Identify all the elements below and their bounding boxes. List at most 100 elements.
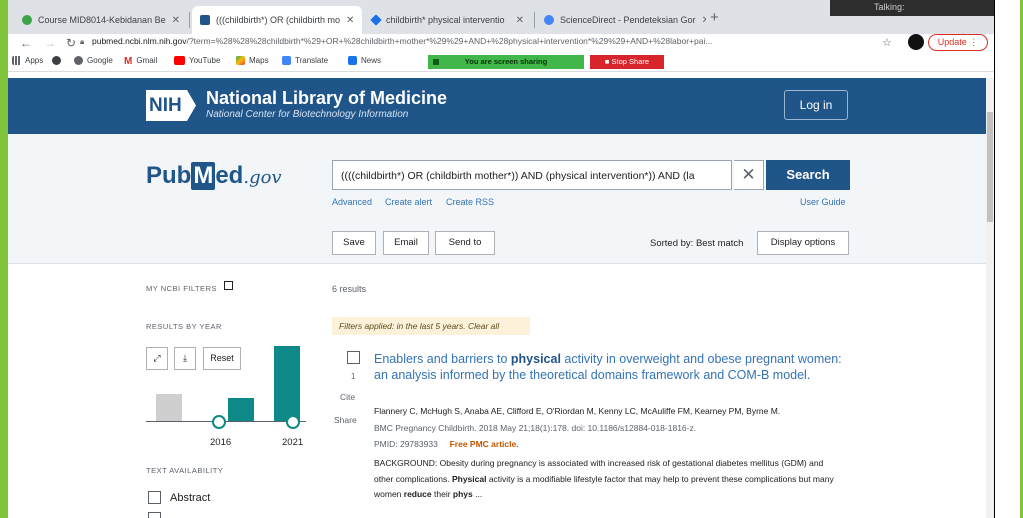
lock-icon[interactable]: 🔒︎ — [80, 37, 87, 46]
filters-applied-note[interactable]: Filters applied: in the last 5 years. Cl… — [332, 317, 530, 335]
search-input[interactable]: ((((childbirth*) OR (childbirth mother*)… — [332, 160, 732, 190]
bookmark-star-icon[interactable]: ☆ — [882, 36, 892, 49]
nih-subtitle: National Center for Biotechnology Inform… — [206, 109, 409, 120]
results-by-year-heading: RESULTS BY YEAR — [146, 322, 222, 331]
back-arrow-icon[interactable]: ← — [20, 36, 32, 50]
bookmark-gmail[interactable]: M Gmail — [124, 56, 157, 67]
range-slider-end-handle[interactable] — [286, 415, 300, 429]
bookmark-label: News — [361, 56, 382, 65]
result-title-link[interactable]: Enablers and barriers to physical activi… — [374, 351, 844, 383]
external-link-icon[interactable] — [224, 281, 233, 290]
bookmark-label: Apps — [25, 56, 44, 65]
bookmark-item[interactable] — [52, 56, 65, 65]
year-bar[interactable] — [228, 398, 254, 422]
free-full-text-checkbox[interactable] — [148, 512, 161, 518]
tab-divider — [534, 12, 535, 28]
bookmark-apps[interactable]: Apps — [12, 56, 43, 65]
tab-title: ScienceDirect - Pendeteksian Gor — [560, 15, 696, 25]
profile-avatar[interactable] — [908, 34, 924, 50]
results-by-year-chart[interactable] — [146, 346, 306, 436]
tab-title: childbirth* physical interventio — [386, 15, 505, 25]
google-favicon-icon — [544, 15, 554, 25]
display-options-button[interactable]: Display options — [757, 231, 849, 255]
login-button[interactable]: Log in — [784, 90, 848, 120]
chart-axis — [146, 421, 306, 422]
close-icon[interactable]: ✕ — [340, 15, 354, 26]
globe-icon — [52, 56, 61, 65]
tab-title: Course MID8014-Kebidanan Be — [38, 15, 166, 25]
close-icon[interactable]: ✕ — [166, 15, 180, 26]
course-favicon-icon — [22, 15, 32, 25]
logo-pub: Pub — [146, 162, 192, 189]
send-to-button[interactable]: Send to — [435, 231, 495, 255]
tab-divider — [189, 12, 190, 28]
email-button[interactable]: Email — [383, 231, 429, 255]
update-button[interactable]: Update ⋮ — [928, 34, 988, 51]
bookmark-label: Translate — [295, 56, 329, 65]
my-ncbi-filters-heading: MY NCBI FILTERS — [146, 284, 217, 293]
translate-icon — [282, 56, 291, 65]
url-host: pubmed.ncbi.nlm.nih.gov — [92, 36, 187, 46]
close-icon[interactable]: ✕ — [696, 15, 706, 26]
close-icon[interactable]: ✕ — [510, 15, 524, 26]
abstract-checkbox[interactable] — [148, 491, 161, 504]
screen-sharing-banner: You are screen sharing — [428, 55, 584, 69]
year-bar[interactable] — [274, 346, 300, 422]
search-button[interactable]: Search — [766, 160, 850, 190]
results-count: 6 results — [332, 284, 367, 294]
abstract-label[interactable]: Abstract — [170, 492, 210, 504]
stop-share-button[interactable]: ■ Stop Share — [590, 55, 664, 69]
bookmark-news[interactable]: News — [348, 56, 381, 65]
maps-icon — [236, 56, 245, 65]
year-start-label: 2016 — [210, 437, 232, 448]
bookmark-label: Maps — [249, 56, 269, 65]
browser-tab[interactable]: Course MID8014-Kebidanan Be ✕ — [14, 6, 186, 34]
url-path: /?term=%28%28%28childbirth*%29+OR+%28chi… — [186, 36, 713, 46]
bookmark-maps[interactable]: Maps — [236, 56, 269, 65]
bookmark-youtube[interactable]: YouTube — [174, 56, 220, 65]
result-select-checkbox[interactable] — [347, 351, 360, 364]
title-text: Enablers and barriers to — [374, 352, 511, 366]
diamond-favicon-icon — [370, 14, 382, 26]
news-icon — [348, 56, 357, 65]
year-bar-excluded[interactable] — [156, 394, 182, 422]
snippet-highlight: reduce — [403, 489, 432, 499]
bookmark-label: YouTube — [189, 56, 221, 65]
create-rss-link[interactable]: Create RSS — [446, 197, 494, 207]
snippet-highlight: Physical — [451, 473, 487, 484]
nih-logo[interactable]: NIH — [146, 90, 196, 121]
result-citation: BMC Pregnancy Childbirth. 2018 May 21;18… — [374, 423, 697, 433]
reload-icon[interactable]: ↻ — [66, 36, 76, 50]
user-guide-link[interactable]: User Guide — [800, 197, 846, 207]
cite-link[interactable]: Cite — [340, 392, 355, 402]
clear-search-icon[interactable]: ✕ — [734, 160, 764, 190]
snippet-text: their — [431, 489, 453, 499]
browser-tab[interactable]: ScienceDirect - Pendeteksian Gor ✕ — [536, 6, 706, 34]
nih-title[interactable]: National Library of Medicine — [206, 88, 447, 109]
google-icon — [74, 56, 83, 65]
advanced-search-link[interactable]: Advanced — [332, 197, 372, 207]
screen-share-border-left — [0, 0, 8, 518]
stop-share-label: Stop Share — [611, 57, 650, 66]
address-bar[interactable]: pubmed.ncbi.nlm.nih.gov/?term=%28%28%28c… — [92, 36, 882, 50]
text-availability-heading: TEXT AVAILABILITY — [146, 466, 224, 475]
scrollbar-thumb[interactable] — [987, 112, 993, 222]
youtube-icon — [174, 56, 185, 65]
bookmark-translate[interactable]: Translate — [282, 56, 328, 65]
sort-selector[interactable]: Sorted by: Best match — [650, 238, 743, 249]
range-slider-start-handle[interactable] — [212, 415, 226, 429]
browser-tab-active[interactable]: (((childbirth*) OR (childbirth mo ✕ — [192, 6, 362, 34]
pubmed-favicon-icon — [200, 15, 210, 25]
save-button[interactable]: Save — [332, 231, 376, 255]
create-alert-link[interactable]: Create alert — [385, 197, 432, 207]
bookmark-google[interactable]: Google — [74, 56, 113, 65]
pubmed-logo[interactable]: PubMed.gov — [146, 162, 282, 190]
result-pmid-line: PMID: 29783933 Free PMC article. — [374, 439, 519, 449]
talking-indicator: Talking: — [830, 0, 994, 16]
share-link[interactable]: Share — [334, 415, 357, 425]
result-pmid: PMID: 29783933 — [374, 439, 438, 449]
forward-arrow-icon[interactable]: → — [44, 36, 56, 50]
title-highlight: physical — [510, 352, 561, 366]
browser-tab[interactable]: childbirth* physical interventio ✕ — [364, 6, 532, 34]
new-tab-plus-icon[interactable]: + — [710, 9, 719, 26]
